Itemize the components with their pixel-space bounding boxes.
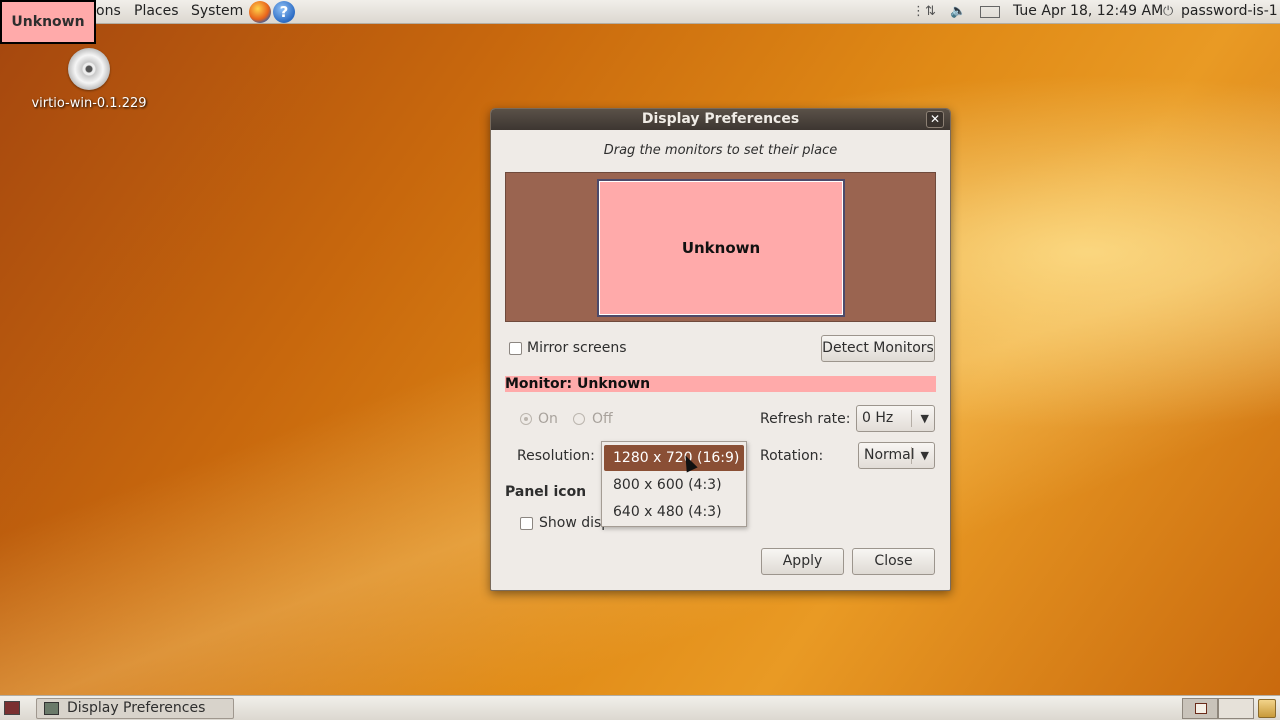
apply-button[interactable]: Apply (761, 548, 844, 575)
network-icon[interactable]: ⇅ (925, 4, 936, 20)
chevron-down-icon: ▼ (920, 449, 929, 462)
titlebar[interactable]: Display Preferences ✕ (491, 109, 950, 130)
help-icon[interactable]: ? (273, 1, 295, 23)
chevron-down-icon: ▼ (920, 412, 929, 425)
refresh-rate-label: Refresh rate: (760, 411, 851, 427)
desktop-icon-label: virtio-win-0.1.229 (31, 96, 147, 111)
monitor-header: Monitor: Unknown (505, 376, 936, 392)
off-label: Off (592, 411, 613, 427)
rotation-combo[interactable]: Normal ▼ (858, 442, 935, 469)
bottom-panel: Display Preferences (0, 695, 1280, 720)
window-thumb-icon (1195, 703, 1207, 714)
refresh-rate-value: 0 Hz (862, 410, 894, 426)
system-menu[interactable]: System (191, 3, 243, 19)
tray-handle-icon: ⋮ (912, 4, 925, 19)
resolution-label: Resolution: (517, 448, 595, 464)
cd-icon (68, 48, 110, 90)
on-label: On (538, 411, 558, 427)
resolution-dropdown[interactable]: 1280 x 720 (16:9) 800 x 600 (4:3) 640 x … (601, 441, 747, 527)
mirror-screens-checkbox[interactable] (509, 342, 522, 355)
user-menu[interactable]: password-is-1 (1181, 3, 1278, 19)
resolution-option[interactable]: 1280 x 720 (16:9) (604, 445, 744, 471)
top-panel: ons Places System ? ⋮ ⇅ 🔈 Tue Apr 18, 12… (0, 0, 1280, 24)
detect-monitors-button[interactable]: Detect Monitors (821, 335, 935, 362)
show-desktop-icon[interactable] (4, 701, 20, 715)
dialog-title: Display Preferences (641, 111, 800, 127)
workspace-1[interactable] (1182, 698, 1218, 719)
on-radio (520, 413, 532, 425)
taskbar-item-label: Display Preferences (67, 700, 206, 716)
places-menu[interactable]: Places (134, 3, 179, 19)
trash-icon[interactable] (1258, 699, 1276, 718)
mirror-screens-label[interactable]: Mirror screens (527, 340, 627, 356)
monitor-identify-badge: Unknown (0, 0, 96, 44)
close-button[interactable]: Close (852, 548, 935, 575)
off-radio (573, 413, 585, 425)
show-display-label[interactable]: Show disp (539, 515, 610, 531)
monitor-arrangement-area[interactable]: Unknown (505, 172, 936, 322)
refresh-rate-combo[interactable]: 0 Hz ▼ (856, 405, 935, 432)
close-icon[interactable]: ✕ (926, 111, 944, 128)
resolution-option[interactable]: 800 x 600 (4:3) (604, 472, 744, 498)
display-preferences-icon (44, 702, 59, 715)
rotation-label: Rotation: (760, 448, 824, 464)
desktop-icon-virtio-win[interactable]: virtio-win-0.1.229 (24, 48, 154, 111)
rotation-value: Normal (864, 447, 915, 463)
workspace-2[interactable] (1218, 698, 1254, 719)
panel-icon-heading: Panel icon (505, 484, 587, 500)
clock[interactable]: Tue Apr 18, 12:49 AM (1013, 3, 1163, 19)
taskbar-item-display-preferences[interactable]: Display Preferences (36, 698, 234, 719)
resolution-option[interactable]: 640 x 480 (4:3) (604, 499, 744, 525)
power-icon[interactable]: ⏻ (1163, 4, 1173, 20)
volume-icon[interactable]: 🔈 (950, 4, 966, 20)
applications-menu[interactable]: ons (96, 3, 121, 19)
show-display-checkbox[interactable] (520, 517, 533, 530)
mail-icon[interactable] (980, 6, 1000, 18)
firefox-icon[interactable] (249, 1, 271, 23)
monitor-tile[interactable]: Unknown (597, 179, 845, 317)
drag-hint: Drag the monitors to set their place (603, 143, 838, 158)
